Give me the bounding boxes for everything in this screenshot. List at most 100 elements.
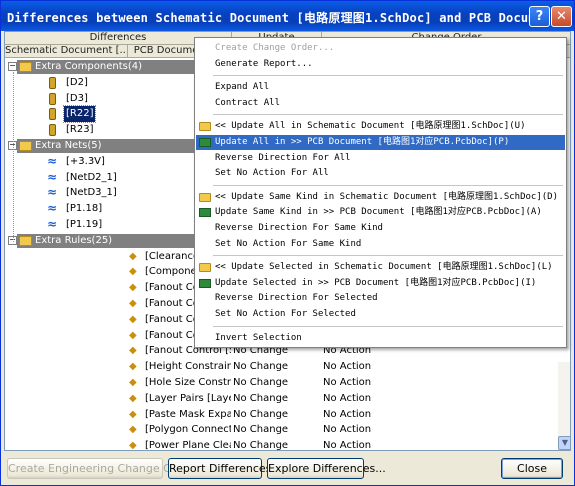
table-row[interactable]: ◆ [Height Constraint [PrNo Change No Actio… — [5, 359, 565, 375]
close-icon[interactable]: ✕ — [551, 6, 572, 27]
menu-separator — [213, 75, 563, 77]
menu-separator — [213, 325, 563, 327]
menu-item[interactable]: Reverse Direction For All — [196, 151, 565, 166]
rule-icon: ◆ — [129, 377, 137, 388]
menu-item[interactable]: Contract All — [196, 96, 565, 111]
group-label: Extra Nets(5) — [35, 140, 102, 151]
net-icon: ≈ — [47, 217, 58, 231]
change-order-value: No Action — [323, 377, 372, 388]
menu-item-label: Set No Action For All — [215, 168, 329, 179]
net-icon: ≈ — [47, 153, 58, 168]
folder-icon — [19, 62, 32, 72]
rule-icon: ◆ — [129, 361, 137, 373]
close-button[interactable]: Close — [501, 458, 563, 479]
help-button[interactable]: ? — [529, 6, 550, 27]
menu-separator — [213, 114, 563, 116]
menu-item[interactable]: << Update All in Schematic Document [电路原… — [196, 119, 565, 134]
item-name: [+3.3V] — [66, 155, 105, 167]
menu-item[interactable]: Update Same Kind in >> PCB Document [电路图… — [196, 205, 565, 220]
menu-item[interactable]: Update Selected in >> PCB Document [电路图1… — [196, 276, 565, 291]
menu-item[interactable]: Invert Selection — [196, 331, 565, 346]
menu-separator — [213, 255, 563, 257]
menu-item-label: Reverse Direction For All — [215, 152, 351, 163]
change-order-value: No Action — [323, 440, 372, 451]
component-icon — [49, 76, 56, 89]
collapse-icon[interactable]: − — [8, 62, 17, 71]
menu-item-label: Set No Action For Selected — [215, 309, 356, 319]
rule-name: [Power Plane Clearan — [145, 440, 231, 451]
update-value: No Change — [233, 408, 289, 420]
net-icon: ≈ — [47, 169, 58, 184]
item-name: [NetD3_1] — [66, 187, 117, 199]
change-order-value: No Action — [323, 408, 372, 420]
item-name: [NetD2_1] — [66, 171, 117, 183]
group-label: Extra Components(4) — [35, 61, 143, 72]
menu-item[interactable]: << Update Selected in Schematic Document… — [196, 260, 565, 275]
folder-icon — [19, 141, 32, 151]
pcb-document-icon — [199, 278, 211, 288]
header-schematic-document[interactable]: Schematic Document [... — [5, 45, 128, 58]
menu-item-label: Set No Action For Same Kind — [215, 238, 362, 249]
rule-name: [Height Constraint [Pr — [145, 361, 231, 373]
table-row[interactable]: ◆ [Polygon Connect StyNo Change No Action — [5, 422, 565, 438]
menu-item[interactable]: Create Change Order... — [196, 41, 565, 56]
rule-icon: ◆ — [129, 282, 137, 294]
rule-name: [Paste Mask Expansio — [145, 408, 231, 420]
menu-item-label: Reverse Direction For Same Kind — [215, 223, 383, 233]
menu-item[interactable]: Set No Action For All — [196, 166, 565, 181]
menu-item-label: Contract All — [215, 97, 281, 108]
folder-icon — [199, 122, 211, 132]
menu-item[interactable]: Reverse Direction For Selected — [196, 291, 565, 306]
menu-item-label: Invert Selection — [215, 332, 302, 343]
update-value: No Change — [233, 377, 289, 388]
table-row[interactable]: ◆ [Power Plane ClearanNo Change No Action — [5, 438, 565, 451]
report-differences-button[interactable]: Report Differences... — [168, 458, 282, 479]
table-row[interactable]: ◆ [Layer Pairs [Layer PaNo Change No Actio… — [5, 391, 565, 407]
menu-item[interactable]: Set No Action For Same Kind — [196, 237, 565, 252]
item-name: [P1.18] — [66, 203, 103, 215]
update-value: No Change — [233, 440, 289, 451]
item-name: [D2] — [66, 76, 88, 88]
group-label: Extra Rules(25) — [35, 234, 113, 246]
rule-icon: ◆ — [129, 329, 137, 341]
menu-item-label: Create Change Order... — [215, 43, 335, 53]
menu-item[interactable]: << Update Same Kind in Schematic Documen… — [196, 190, 565, 205]
rule-icon: ◆ — [129, 408, 137, 420]
item-name: [R23] — [66, 124, 94, 136]
rule-icon: ◆ — [129, 424, 137, 436]
context-menu: Create Change Order... Generate Report...… — [194, 37, 567, 348]
table-row[interactable]: ◆ [Hole Size ConstraintNo Change No Action — [5, 375, 565, 391]
menu-item-label: << Update Selected in Schematic Document… — [215, 262, 553, 273]
menu-item[interactable]: Update All in >> PCB Document [电路图1对应PCB… — [196, 135, 565, 150]
item-name: [D3] — [66, 92, 88, 104]
component-icon — [49, 92, 56, 105]
net-icon: ≈ — [47, 201, 58, 216]
menu-item-label: << Update Same Kind in Schematic Documen… — [215, 191, 559, 202]
rule-icon: ◆ — [129, 250, 137, 262]
menu-item-label: Generate Report... — [215, 58, 313, 69]
differences-dialog: Differences between Schematic Document [… — [0, 0, 575, 486]
table-row[interactable]: ◆ [Paste Mask ExpansioNo Change No Action — [5, 407, 565, 423]
folder-icon — [199, 192, 211, 202]
menu-item-label: Update Selected in >> PCB Document [电路图1… — [215, 277, 537, 288]
menu-item[interactable]: Reverse Direction For Same Kind — [196, 221, 565, 236]
vertical-scrollbar[interactable]: ▼ — [558, 362, 570, 450]
rule-icon: ◆ — [129, 313, 137, 325]
change-order-value: No Action — [323, 361, 372, 373]
menu-item[interactable]: Expand All — [196, 80, 565, 95]
menu-item-label: Reverse Direction For Selected — [215, 293, 378, 304]
menu-item[interactable]: Set No Action For Selected — [196, 307, 565, 322]
rule-name: [Hole Size Constraint — [145, 377, 231, 388]
title-bar[interactable]: Differences between Schematic Document [… — [1, 1, 575, 31]
rule-icon: ◆ — [129, 392, 137, 404]
menu-item-label: << Update All in Schematic Document [电路原… — [215, 121, 526, 132]
scroll-down-icon[interactable]: ▼ — [558, 436, 570, 450]
component-icon — [49, 124, 56, 137]
explore-differences-button[interactable]: Explore Differences... — [267, 458, 386, 479]
rule-icon: ◆ — [129, 440, 137, 451]
rule-icon: ◆ — [129, 298, 137, 309]
create-eco-button[interactable]: Create Engineering Change Order... — [7, 458, 204, 479]
pcb-document-icon — [199, 208, 211, 218]
change-order-value: No Action — [323, 392, 372, 404]
menu-item[interactable]: Generate Report... — [196, 57, 565, 72]
